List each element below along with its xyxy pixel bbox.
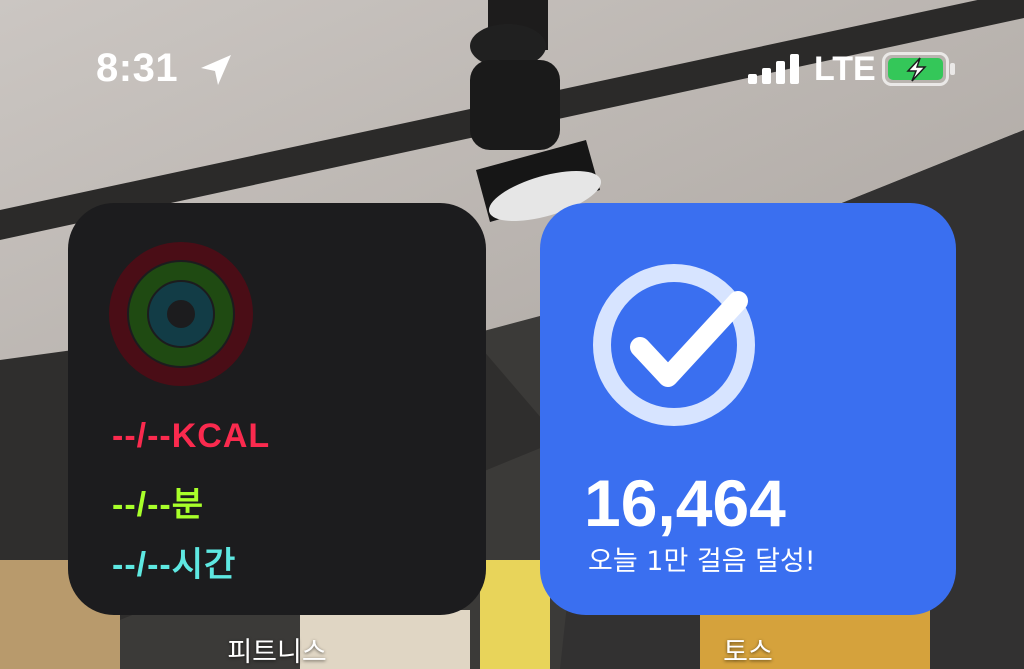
toss-widget[interactable]: 16,464 오늘 1만 걸음 달성!: [540, 203, 956, 615]
step-count: 16,464: [584, 466, 786, 540]
exercise-minutes: --/--분: [112, 486, 205, 524]
fitness-widget[interactable]: --/--KCAL --/--분 --/--시간: [68, 203, 486, 615]
status-time: 8:31: [96, 46, 179, 90]
check-circle-icon: [593, 264, 755, 426]
step-goal-caption: 오늘 1만 걸음 달성!: [588, 546, 816, 577]
cellular-signal-icon: [748, 54, 799, 84]
move-calories: --/--KCAL: [112, 417, 271, 455]
stand-hours: --/--시간: [112, 546, 237, 584]
home-screen: 8:31 LTE --/--KCAL --/--분 --/--시간 피트니스 1…: [0, 0, 1024, 669]
battery-charging-icon: [882, 52, 955, 86]
activity-rings-icon: [109, 242, 253, 386]
fitness-widget-label: 피트니스: [227, 637, 327, 668]
network-type: LTE: [814, 50, 876, 88]
status-bar: 8:31 LTE: [0, 0, 1024, 110]
toss-widget-label: 토스: [723, 637, 773, 668]
location-arrow-icon: [201, 55, 231, 85]
